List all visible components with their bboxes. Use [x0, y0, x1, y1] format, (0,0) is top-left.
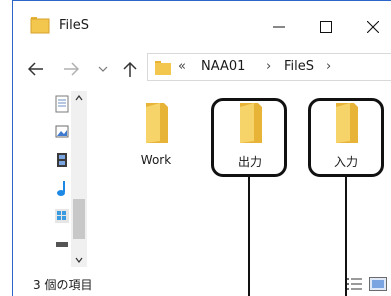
breadcrumb-segment[interactable]: NAA01	[201, 59, 245, 74]
arrow-left-icon	[28, 62, 43, 76]
chevron-down-icon	[75, 257, 83, 263]
breadcrumb-separator[interactable]: ›	[266, 59, 271, 74]
callout-input-folder	[308, 98, 384, 177]
navigation-pane	[13, 85, 87, 271]
scroll-up-button[interactable]	[71, 91, 87, 105]
close-icon	[367, 21, 379, 33]
screenshot: FileS « NAA01 › FileS › Work 出力 入力 3 個の項…	[0, 0, 391, 296]
details-view-icon[interactable]	[346, 277, 362, 291]
arrow-right-icon	[64, 62, 79, 76]
breadcrumb-separator[interactable]: ›	[326, 59, 331, 74]
navigation-bar: « NAA01 › FileS › ⌄	[13, 53, 391, 85]
minimize-icon	[273, 26, 285, 28]
address-overflow-chevron[interactable]: «	[178, 59, 186, 74]
large-icons-view-icon[interactable]	[369, 277, 387, 291]
document-icon[interactable]	[55, 95, 69, 113]
callout-line-output	[248, 177, 250, 296]
chevron-down-icon	[98, 66, 108, 72]
minimize-button[interactable]	[256, 1, 302, 53]
video-icon[interactable]	[55, 151, 69, 169]
recent-locations-button[interactable]	[97, 57, 109, 81]
title-bar[interactable]: FileS	[13, 1, 391, 53]
window-title: FileS	[59, 18, 90, 33]
chevron-up-icon	[75, 95, 83, 101]
maximize-button[interactable]	[303, 1, 349, 53]
folder-item-work[interactable]: Work	[120, 97, 192, 183]
callout-line-input	[345, 177, 347, 296]
item-count: 3 個の項目	[33, 278, 93, 292]
arrow-up-icon	[123, 61, 137, 77]
up-button[interactable]	[119, 57, 141, 81]
close-button[interactable]	[350, 1, 391, 53]
breadcrumb-segment[interactable]: FileS	[284, 59, 314, 74]
music-icon[interactable]	[55, 179, 69, 197]
folder-icon	[146, 103, 168, 143]
navigation-pane-scrollbar[interactable]	[71, 91, 87, 267]
scrollbar-thumb[interactable]	[73, 199, 85, 239]
picture-icon[interactable]	[55, 123, 69, 141]
drive-icon[interactable]	[55, 235, 69, 253]
folder-icon	[30, 17, 50, 34]
maximize-icon	[320, 21, 332, 33]
callout-output-folder	[211, 98, 287, 177]
this-pc-icon[interactable]	[55, 207, 69, 225]
address-bar[interactable]: « NAA01 › FileS › ⌄	[147, 53, 391, 81]
folder-icon	[155, 61, 171, 75]
scroll-down-button[interactable]	[71, 253, 87, 267]
forward-button[interactable]	[60, 57, 82, 81]
file-name: Work	[140, 153, 172, 167]
back-button[interactable]	[25, 57, 47, 81]
status-bar: 3 個の項目	[13, 271, 391, 296]
